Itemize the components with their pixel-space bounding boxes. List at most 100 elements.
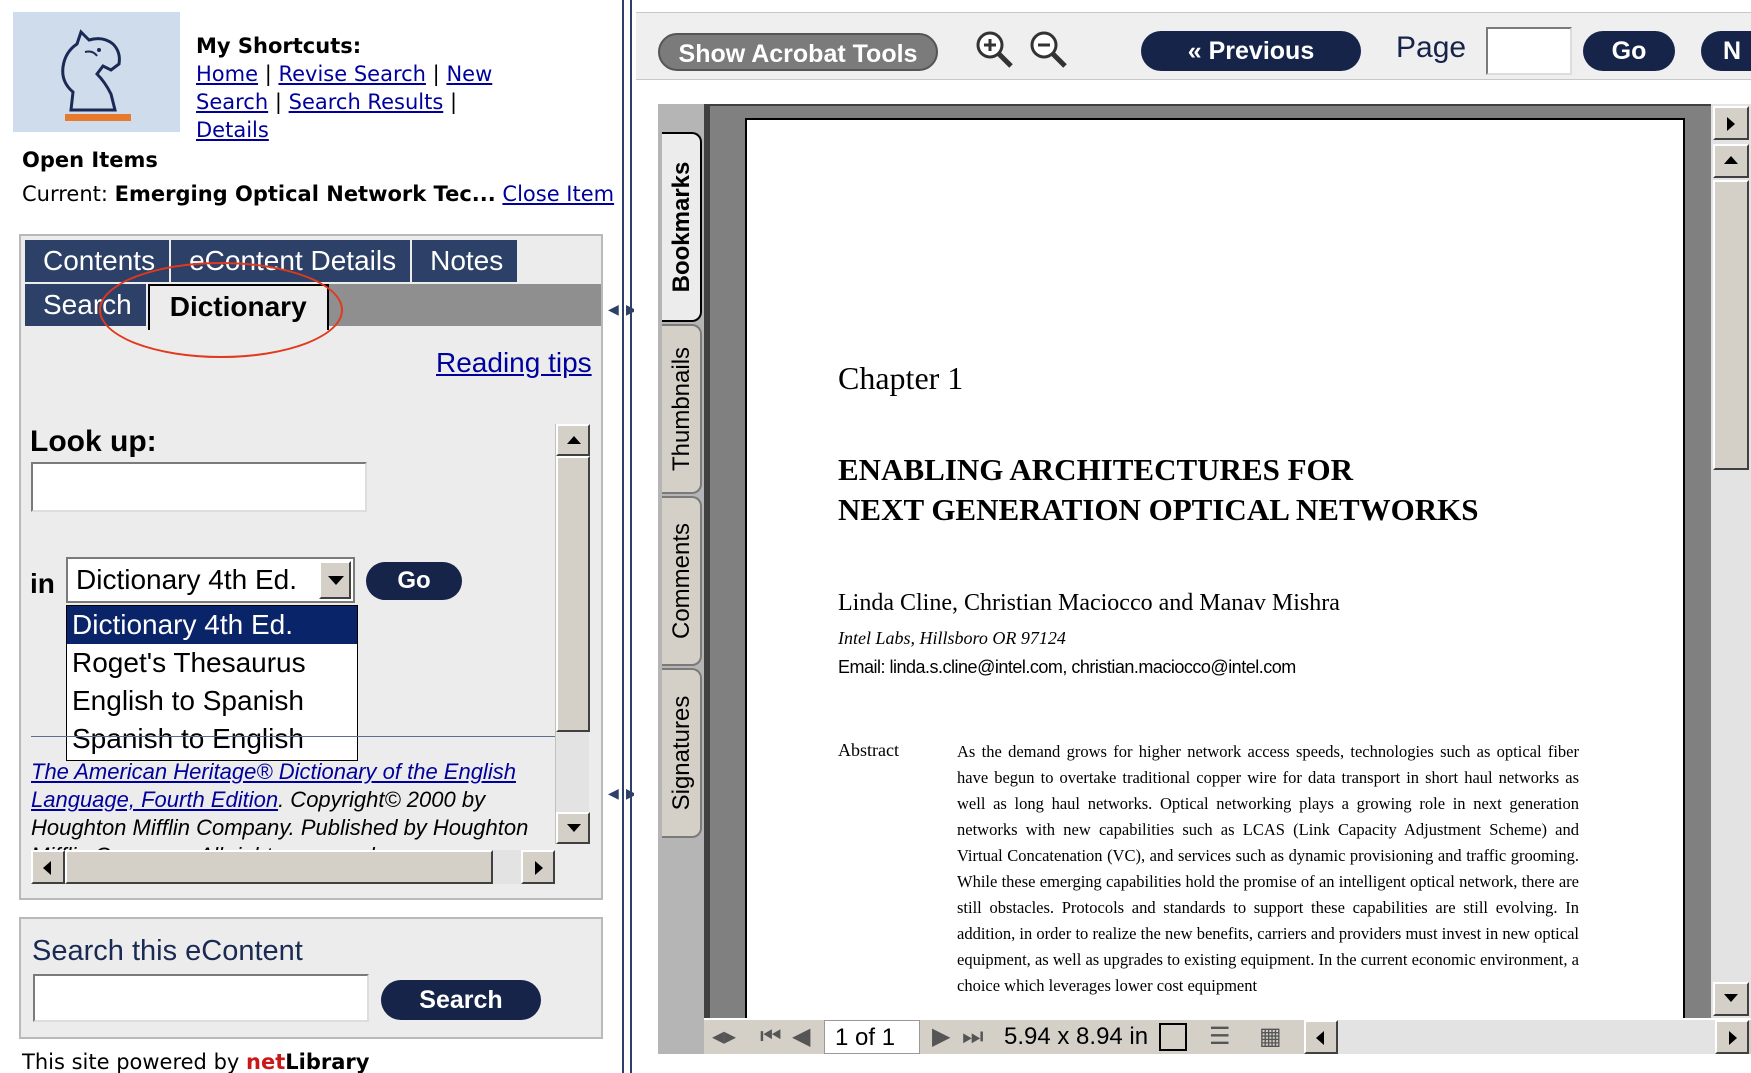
logo-underline: [65, 114, 131, 121]
search-econtent-input[interactable]: [33, 974, 369, 1022]
viewer-status-bar: ◂▸ ⏮ ◀ 1 of 1 ▶ ⏭ 5.94 x 8.94 in ☰ ▦: [704, 1018, 1751, 1054]
next-page-icon[interactable]: ▶: [932, 1020, 950, 1054]
close-item-link[interactable]: Close Item: [502, 182, 614, 206]
revise-search-link[interactable]: Revise Search: [278, 62, 426, 86]
single-page-icon[interactable]: [1159, 1023, 1187, 1051]
side-tab-bookmarks[interactable]: Bookmarks: [662, 132, 702, 322]
open-items-heading: Open Items: [22, 148, 158, 172]
collapse-left-arrow-icon[interactable]: ◀: [608, 302, 619, 318]
page-size-label: 5.94 x 8.94 in: [1004, 1023, 1149, 1050]
search-econtent-box: Search this eContent Search: [19, 917, 603, 1039]
document-email: Email: linda.s.cline@intel.com, christia…: [838, 657, 1296, 677]
lookup-input[interactable]: [31, 462, 367, 512]
page-input[interactable]: [1486, 27, 1572, 75]
side-tab-signatures[interactable]: Signatures: [662, 668, 702, 838]
page-label: Page: [1396, 31, 1467, 64]
right-panel: Show Acrobat Tools « Previous Page Go N …: [634, 0, 1751, 1073]
title-line-1: ENABLING ARCHITECTURES FOR: [838, 452, 1354, 487]
abstract-label: Abstract: [838, 740, 899, 760]
dictionary-vertical-scrollbar[interactable]: [555, 424, 590, 844]
horizontal-scroll-thumb[interactable]: [65, 850, 493, 884]
document-affiliation: Intel Labs, Hillsboro OR 97124: [838, 628, 1066, 648]
current-item-title: Emerging Optical Network Tec...: [114, 182, 496, 206]
left-panel: My Shortcuts: Home | Revise Search | New…: [0, 0, 622, 1073]
details-link[interactable]: Details: [196, 118, 269, 142]
option-rogets-thesaurus[interactable]: Roget's Thesaurus: [67, 644, 357, 682]
document-title: ENABLING ARCHITECTURES FOR NEXT GENERATI…: [838, 450, 1658, 530]
doc-scroll-up-icon[interactable]: [1713, 144, 1749, 178]
facing-pages-icon[interactable]: ▦: [1259, 1020, 1282, 1054]
dictionary-options-list[interactable]: Dictionary 4th Ed. Roget's Thesaurus Eng…: [66, 605, 358, 761]
tab-dictionary[interactable]: Dictionary: [147, 284, 329, 330]
option-spanish-to-english[interactable]: Spanish to English: [67, 720, 357, 758]
scroll-thumb[interactable]: [556, 456, 590, 732]
reading-tips-link[interactable]: Reading tips: [436, 347, 592, 379]
current-label: Current:: [22, 182, 108, 206]
doc-scroll-left-icon[interactable]: [1304, 1020, 1338, 1054]
divider: [31, 736, 555, 737]
shortcuts-title: My Shortcuts:: [196, 34, 362, 58]
panel-divider[interactable]: ◀ ▶ ◀ ▶: [608, 0, 637, 1073]
powered-text: This site powered by: [22, 1050, 246, 1073]
tab-search[interactable]: Search: [25, 284, 148, 326]
new-search-link[interactable]: New: [446, 62, 492, 86]
side-tab-thumbnails[interactable]: Thumbnails: [662, 324, 702, 494]
document-vertical-scrollbar[interactable]: [1711, 104, 1751, 1018]
in-label: in: [30, 568, 55, 599]
dictionary-horizontal-scrollbar[interactable]: [31, 850, 555, 884]
scroll-left-arrow-icon[interactable]: [31, 850, 65, 884]
zoom-out-icon[interactable]: [1028, 29, 1068, 69]
scroll-up-arrow-icon[interactable]: [556, 424, 590, 456]
show-acrobat-tools-button[interactable]: Show Acrobat Tools: [658, 33, 938, 71]
tab-econtent-details[interactable]: eContent Details: [171, 240, 413, 282]
first-page-icon[interactable]: ⏮: [760, 1020, 782, 1054]
dictionary-go-button[interactable]: Go: [366, 562, 462, 600]
split-view-icon[interactable]: ◂▸: [712, 1020, 736, 1054]
tab-contents[interactable]: Contents: [25, 240, 172, 282]
brand-net: net: [246, 1050, 286, 1073]
page-number-field[interactable]: 1 of 1: [824, 1020, 920, 1054]
doc-scroll-down-icon[interactable]: [1713, 982, 1749, 1016]
document-authors: Linda Cline, Christian Maciocco and Mana…: [838, 590, 1340, 616]
scroll-right-arrow-icon[interactable]: [521, 850, 555, 884]
lookup-label: Look up:: [30, 425, 157, 458]
dictionary-select-value: Dictionary 4th Ed.: [76, 564, 297, 595]
pdf-page: Chapter 1 ENABLING ARCHITECTURES FOR NEX…: [745, 118, 1685, 1048]
my-shortcuts: My Shortcuts: Home | Revise Search | New…: [196, 32, 536, 144]
doc-scroll-right-icon[interactable]: [1715, 1020, 1749, 1054]
document-area[interactable]: Chapter 1 ENABLING ARCHITECTURES FOR NEX…: [704, 104, 1711, 1048]
prev-page-icon[interactable]: ◀: [792, 1020, 810, 1054]
dictionary-select[interactable]: Dictionary 4th Ed.: [66, 557, 355, 603]
viewer-side-tabs: Bookmarks Thumbnails Comments Signatures: [658, 104, 704, 1054]
tab-row-1: Contents eContent Details Notes: [25, 240, 520, 282]
side-tab-comments[interactable]: Comments: [662, 496, 702, 666]
go-page-button[interactable]: Go: [1583, 31, 1675, 71]
zoom-in-icon[interactable]: [974, 29, 1014, 69]
doc-scroll-thumb[interactable]: [1713, 180, 1749, 470]
continuous-page-icon[interactable]: ☰: [1209, 1020, 1231, 1054]
search-button[interactable]: Search: [381, 980, 541, 1020]
viewer-toolbar: Show Acrobat Tools « Previous Page Go N: [636, 12, 1751, 80]
search-results-link[interactable]: Search Results: [289, 90, 444, 114]
doc-horizontal-scrollbar[interactable]: [1304, 1020, 1749, 1054]
last-page-icon[interactable]: ⏭: [962, 1020, 984, 1054]
netlibrary-logo: [13, 12, 180, 132]
dropdown-arrow-icon[interactable]: [319, 561, 351, 599]
new-search-link-2[interactable]: Search: [196, 90, 268, 114]
knight-horse-icon: [61, 29, 121, 112]
dictionary-copyright: The American Heritage® Dictionary of the…: [31, 758, 551, 850]
search-econtent-label: Search this eContent: [32, 935, 303, 967]
option-english-to-spanish[interactable]: English to Spanish: [67, 682, 357, 720]
next-button[interactable]: N: [1701, 31, 1751, 71]
chapter-heading: Chapter 1: [838, 360, 964, 396]
scroll-down-arrow-icon[interactable]: [556, 812, 590, 844]
tab-notes[interactable]: Notes: [412, 240, 520, 282]
abstract-text: As the demand grows for higher network a…: [957, 742, 1579, 995]
collapse-left-arrow-icon-2[interactable]: ◀: [608, 786, 619, 802]
option-dictionary-4th[interactable]: Dictionary 4th Ed.: [67, 606, 357, 644]
home-link[interactable]: Home: [196, 62, 258, 86]
powered-by: This site powered by netLibrary: [22, 1050, 369, 1073]
previous-button[interactable]: « Previous: [1141, 31, 1361, 71]
panel-toggle-arrow-icon[interactable]: [1713, 106, 1749, 140]
acrobat-viewer: Bookmarks Thumbnails Comments Signatures…: [658, 104, 1751, 1054]
